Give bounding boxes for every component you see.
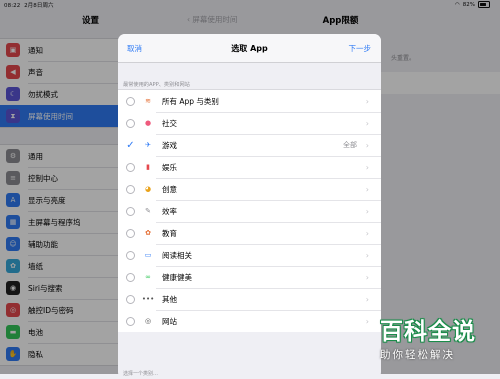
category-row[interactable]: ▮ 娱乐 › [118,156,381,178]
category-row[interactable]: ≋ 所有 App 与类别 › [118,90,381,112]
compass-icon: ◎ [144,317,152,325]
category-list: ≋ 所有 App 与类别 › ● 社交 › ✓ ✈ 游戏 全部 › ▮ 娱乐 › ◕ 创意 › ✎ 效率 › ✿ 教育 › ▭… [118,89,381,332]
category-row[interactable]: ● 社交 › [118,112,381,134]
watermark-subtitle: 助你轻松解决 [380,349,455,361]
category-row[interactable]: ✎ 效率 › [118,200,381,222]
radio-button[interactable] [126,272,135,282]
category-label: 所有 App 与类别 [162,96,219,106]
rocket-icon: ✈ [145,141,151,149]
section-header: 最常使用的APP、类别和网站 [123,82,190,88]
chevron-right-icon: › [365,96,369,106]
category-label: 娱乐 [162,162,177,172]
sheet-header: 取消 选取 App 下一步 [118,34,381,63]
globe-icon: ✿ [145,229,151,237]
chevron-right-icon: › [365,316,369,326]
category-label: 阅读相关 [162,250,192,260]
radio-button[interactable] [126,184,135,194]
category-label: 网站 [162,316,177,326]
chevron-right-icon: › [365,272,369,282]
category-row[interactable]: ▭ 阅读相关 › [118,244,381,266]
category-label: 教育 [162,228,177,238]
radio-button[interactable] [126,162,135,172]
sheet-title: 选取 App [231,44,268,53]
category-label: 其他 [162,294,177,304]
category-row[interactable]: ◎ 网站 › [118,310,381,332]
bicycle-icon: ∞ [145,273,151,281]
category-value: 全部 [343,141,357,149]
category-row[interactable]: ✓ ✈ 游戏 全部 › [118,134,381,156]
next-button[interactable]: 下一步 [349,43,372,54]
category-label: 社交 [162,118,177,128]
radio-button[interactable] [126,228,135,238]
radio-button[interactable] [126,316,135,326]
stack-icon: ≋ [145,97,151,105]
category-row[interactable]: ✿ 教育 › [118,222,381,244]
social-icon: ● [144,119,152,127]
watermark: 百科全说 助你轻松解决 [380,312,494,362]
radio-button[interactable] [126,118,135,128]
popcorn-icon: ▮ [146,163,150,171]
category-label: 创意 [162,184,177,194]
radio-button[interactable] [126,206,135,216]
chevron-right-icon: › [365,184,369,194]
checkmark-icon[interactable]: ✓ [126,140,135,150]
chevron-right-icon: › [365,118,369,128]
palette-icon: ◕ [144,185,152,193]
category-label: 游戏 [162,140,177,150]
chevron-right-icon: › [365,250,369,260]
more-icon: ••• [141,295,155,303]
radio-button[interactable] [126,250,135,260]
category-row[interactable]: ••• 其他 › [118,288,381,310]
category-row[interactable]: ∞ 健康健美 › [118,266,381,288]
radio-button[interactable] [126,294,135,304]
category-label: 健康健美 [162,272,192,282]
pen-icon: ✎ [145,207,151,215]
chevron-right-icon: › [365,140,369,150]
chevron-right-icon: › [365,162,369,172]
watermark-title: 百科全说 [380,319,476,345]
radio-button[interactable] [126,96,135,106]
chevron-right-icon: › [365,206,369,216]
book-icon: ▭ [144,251,152,259]
choose-app-sheet: 取消 选取 App 下一步 最常使用的APP、类别和网站 ≋ 所有 App 与类别… [118,34,381,379]
chevron-right-icon: › [365,294,369,304]
chevron-right-icon: › [365,228,369,238]
category-row[interactable]: ◕ 创意 › [118,178,381,200]
category-label: 效率 [162,206,177,216]
